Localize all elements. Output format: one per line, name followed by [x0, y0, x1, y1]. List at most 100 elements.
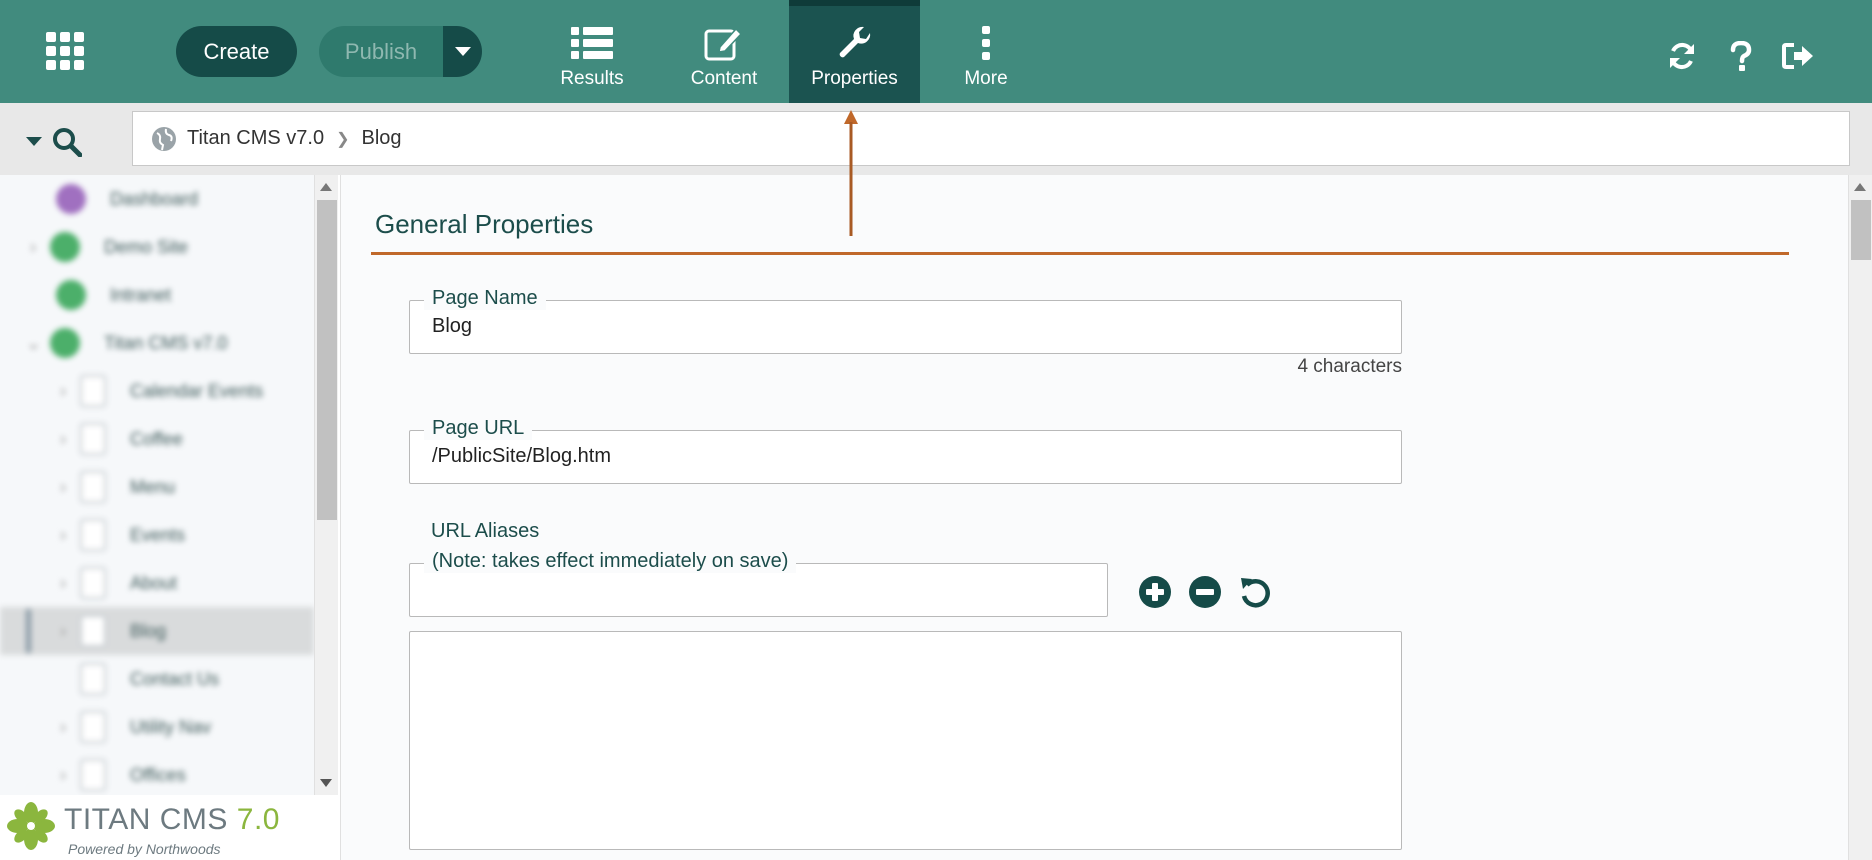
expand-icon[interactable]: › [56, 429, 70, 450]
page-url-label: Page URL [424, 417, 533, 440]
logo-wordmark: TITAN CMS 7.0 [64, 803, 280, 837]
page-icon [80, 567, 106, 599]
tree-item-label: Contact Us [130, 668, 220, 689]
breadcrumb-item-page[interactable]: Blog [362, 127, 402, 150]
logo-name: TITAN CMS [64, 803, 228, 836]
site-tree: Dashboard › Demo Site Intranet ⌄ Titan CMS… [0, 175, 314, 795]
undo-icon [1241, 578, 1270, 608]
page-icon [80, 519, 106, 551]
expand-icon[interactable]: › [56, 525, 70, 546]
tree-scrollbar[interactable] [314, 175, 338, 795]
logo-tagline: Powered by Northwoods [68, 841, 221, 857]
tab-more-label: More [964, 68, 1008, 89]
tree-item[interactable]: › Calendar Events [0, 367, 314, 415]
page-icon [80, 471, 106, 503]
create-button[interactable]: Create [176, 26, 297, 77]
caret-down-icon [454, 46, 471, 56]
section-divider [371, 252, 1789, 255]
plus-circle-icon [1139, 576, 1171, 608]
page-name-char-count: 4 characters [1297, 356, 1402, 377]
site-icon [50, 232, 80, 262]
expand-icon[interactable]: › [56, 717, 70, 738]
scroll-up-icon[interactable] [320, 183, 332, 191]
page-icon [80, 759, 106, 791]
section-title: General Properties [375, 209, 594, 239]
main-scrollbar[interactable] [1848, 175, 1872, 860]
page-icon [80, 423, 106, 455]
url-aliases-note: (Note: takes effect immediately on save) [424, 550, 797, 573]
page-icon [80, 711, 106, 743]
remove-alias-button[interactable] [1188, 575, 1222, 609]
tree-item-label: Calendar Events [130, 380, 264, 401]
edit-icon [704, 24, 744, 62]
tree-search-toggle[interactable] [26, 125, 92, 159]
scroll-up-icon[interactable] [1854, 183, 1866, 191]
tree-item[interactable]: Contact Us [0, 655, 314, 703]
reset-alias-button[interactable] [1238, 575, 1272, 609]
tree-item-selected[interactable]: › Blog [0, 607, 314, 655]
scroll-down-icon[interactable] [320, 779, 332, 787]
page-name-label: Page Name [424, 287, 546, 310]
expand-icon[interactable]: › [56, 477, 70, 498]
globe-icon [152, 126, 176, 151]
logout-icon[interactable] [1782, 40, 1814, 72]
expand-icon[interactable]: › [56, 381, 70, 402]
expand-icon[interactable]: ⌄ [26, 333, 41, 354]
breadcrumb-item-site[interactable]: Titan CMS v7.0 [187, 127, 324, 150]
publish-button[interactable]: Publish [319, 26, 443, 77]
tab-properties[interactable]: Properties [789, 0, 920, 103]
logo-version: 7.0 [236, 803, 280, 836]
tab-more[interactable]: More [936, 0, 1036, 103]
tree-item[interactable]: › Demo Site [0, 223, 314, 271]
dashboard-icon [56, 184, 86, 214]
tree-item[interactable]: › Coffee [0, 415, 314, 463]
tab-content-label: Content [690, 68, 758, 89]
expand-icon[interactable]: › [26, 237, 40, 258]
tree-item[interactable]: › About [0, 559, 314, 607]
caret-down-icon [26, 137, 42, 146]
refresh-icon[interactable] [1666, 40, 1698, 72]
help-icon[interactable] [1725, 40, 1757, 72]
tree-item[interactable]: › Menu [0, 463, 314, 511]
tab-results[interactable]: Results [538, 0, 646, 103]
url-alias-list[interactable] [409, 631, 1402, 850]
expand-icon[interactable]: › [56, 765, 70, 786]
tree-item[interactable]: › Events [0, 511, 314, 559]
page-name-input[interactable]: Blog [432, 315, 472, 338]
titan-logo: TITAN CMS 7.0 Powered by Northwoods [0, 795, 338, 860]
tree-item[interactable]: Dashboard [0, 175, 314, 223]
add-alias-button[interactable] [1138, 575, 1172, 609]
scrollbar-thumb[interactable] [1851, 200, 1871, 260]
tree-item-label: Intranet [110, 284, 172, 305]
site-icon [56, 280, 86, 310]
tree-item[interactable]: › Offices [0, 751, 314, 795]
tree-item[interactable]: ⌄ Titan CMS v7.0 [0, 319, 314, 367]
page-name-field[interactable]: Page Name Blog [409, 287, 1402, 354]
tree-item[interactable]: › Utility Nav [0, 703, 314, 751]
breadcrumb-bar: Titan CMS v7.0 ❯ Blog [0, 103, 1872, 175]
url-aliases-label: URL Aliases [431, 520, 540, 542]
top-toolbar: Create Publish Results Content Propertie… [0, 0, 1872, 103]
annotation-arrow [844, 110, 858, 236]
scrollbar-thumb[interactable] [317, 200, 337, 520]
expand-icon[interactable]: › [56, 573, 70, 594]
breadcrumb: Titan CMS v7.0 ❯ Blog [132, 111, 1850, 166]
publish-dropdown-button[interactable] [443, 26, 482, 77]
search-icon [53, 128, 82, 157]
tab-properties-label: Properties [811, 68, 898, 89]
expand-icon[interactable]: › [56, 621, 70, 642]
tree-item[interactable]: Intranet [0, 271, 314, 319]
tree-item-label: Utility Nav [130, 716, 212, 737]
url-alias-input[interactable]: (Note: takes effect immediately on save) [409, 550, 1108, 617]
vertical-dots-icon [981, 24, 991, 62]
page-icon [80, 375, 106, 407]
page-url-field[interactable]: Page URL /PublicSite/Blog.htm [409, 417, 1402, 484]
apps-grid-icon[interactable] [44, 30, 86, 72]
tab-content[interactable]: Content [670, 0, 778, 103]
wrench-icon [836, 24, 874, 62]
breadcrumb-separator-icon: ❯ [336, 130, 350, 148]
page-url-input[interactable]: /PublicSite/Blog.htm [432, 445, 611, 468]
tree-item-label: Events [130, 524, 186, 545]
tree-item-label: About [130, 572, 178, 593]
tree-item-label: Blog [130, 620, 167, 641]
